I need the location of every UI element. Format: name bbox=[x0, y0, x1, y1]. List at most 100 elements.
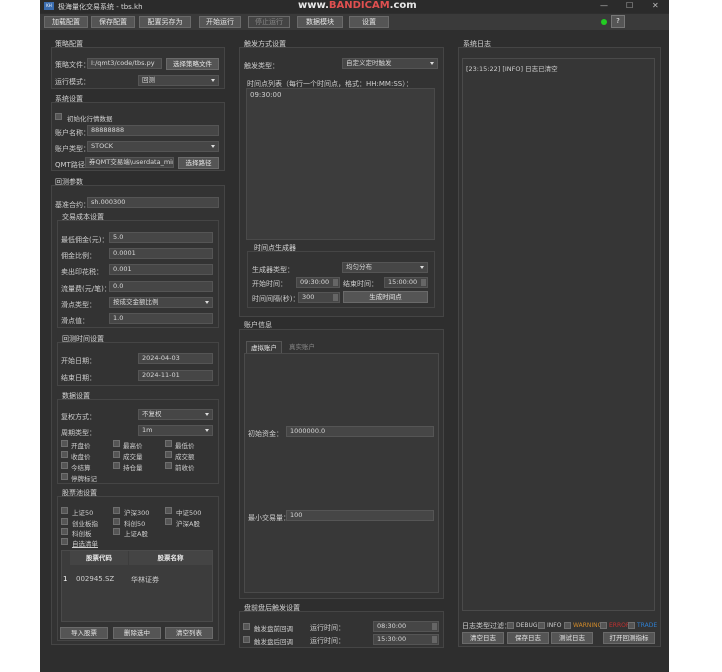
tab-real-account[interactable]: 真实账户 bbox=[284, 341, 320, 353]
tab-virtual-account[interactable]: 虚拟账户 bbox=[246, 341, 282, 353]
adjust-select[interactable]: 不复权 bbox=[138, 409, 213, 420]
field-label: 停牌标记 bbox=[71, 475, 97, 483]
pool-checkbox[interactable] bbox=[113, 507, 120, 514]
log-level-checkbox[interactable] bbox=[538, 622, 545, 629]
account-name-input[interactable]: 88888888 bbox=[87, 125, 219, 136]
pool-checkbox[interactable] bbox=[165, 517, 172, 525]
period-label: 周期类型： bbox=[61, 429, 96, 437]
test-log-button[interactable]: 测试日志 bbox=[551, 632, 593, 644]
log-output[interactable]: [23:15:22] [INFO] 日志已清空 bbox=[462, 58, 655, 611]
pool-checkbox[interactable] bbox=[61, 528, 68, 535]
pool-checkbox[interactable] bbox=[61, 517, 68, 525]
commission-rate-input[interactable]: 0.0001 bbox=[109, 248, 213, 259]
start-run-button[interactable]: 开始运行 bbox=[199, 16, 241, 28]
load-config-button[interactable]: 加载配置 bbox=[44, 16, 88, 28]
gen-interval-input[interactable]: 300 bbox=[298, 292, 340, 303]
benchmark-input[interactable]: sh.000300 bbox=[87, 197, 219, 208]
help-button[interactable]: ? bbox=[611, 15, 625, 28]
settings-button[interactable]: 设置 bbox=[349, 16, 389, 28]
log-level-checkbox[interactable] bbox=[564, 622, 571, 629]
slippage-type-select[interactable]: 按成交金额比例 bbox=[109, 297, 213, 308]
pool-label: 科创板 bbox=[72, 530, 92, 538]
log-level-checkbox[interactable] bbox=[507, 622, 514, 629]
toolbar: 加载配置 保存配置 配置另存为 开始运行 停止运行 数据模块 设置 bbox=[40, 14, 669, 30]
save-config-as-button[interactable]: 配置另存为 bbox=[139, 16, 191, 28]
qmt-path-input[interactable]: 券QMT交易端\userdata_mini bbox=[85, 157, 174, 168]
time-list-value: 09:30:00 bbox=[250, 91, 282, 99]
open-backtest-metrics-button[interactable]: 打开回测指标 bbox=[603, 632, 655, 644]
delete-selected-button[interactable]: 删除选中 bbox=[113, 627, 161, 639]
pool-checkbox[interactable] bbox=[165, 507, 172, 514]
pre-time-label: 运行时间： bbox=[310, 624, 345, 632]
table-header-name[interactable]: 股票名称 bbox=[129, 551, 212, 565]
choose-strategy-file-button[interactable]: 选择策略文件 bbox=[166, 58, 219, 70]
initial-capital-input[interactable]: 1000000.0 bbox=[286, 426, 434, 437]
pre-market-checkbox[interactable] bbox=[243, 623, 250, 630]
clear-log-button[interactable]: 清空日志 bbox=[462, 632, 504, 644]
post-market-checkbox[interactable] bbox=[243, 636, 250, 643]
post-market-label: 触发盘后回调 bbox=[254, 638, 293, 646]
field-checkbox[interactable] bbox=[113, 451, 120, 458]
gen-start-input[interactable]: 09:30:00 bbox=[296, 277, 340, 288]
field-checkbox[interactable] bbox=[61, 451, 68, 458]
save-config-button[interactable]: 保存配置 bbox=[91, 16, 135, 28]
slippage-value-input[interactable]: 1.0 bbox=[109, 313, 213, 324]
table-header-code[interactable]: 股票代码 bbox=[70, 551, 128, 565]
field-label: 开盘价 bbox=[71, 442, 91, 450]
start-date-input[interactable]: 2024-04-03 bbox=[138, 353, 213, 364]
minimize-button[interactable]: — bbox=[600, 1, 608, 10]
account-name-label: 账户名称： bbox=[55, 129, 90, 137]
table-cell-name[interactable]: 华林证券 bbox=[131, 575, 159, 585]
pool-checkbox[interactable] bbox=[61, 507, 68, 514]
close-button[interactable]: ✕ bbox=[652, 1, 659, 10]
custom-list-checkbox[interactable] bbox=[61, 538, 68, 545]
import-stocks-button[interactable]: 导入股票 bbox=[60, 627, 108, 639]
end-date-input[interactable]: 2024-11-01 bbox=[138, 370, 213, 381]
generate-times-button[interactable]: 生成时间点 bbox=[343, 291, 428, 303]
field-checkbox[interactable] bbox=[165, 440, 172, 447]
log-level-checkbox[interactable] bbox=[628, 622, 635, 629]
stamp-tax-input[interactable]: 0.001 bbox=[109, 264, 213, 275]
field-checkbox[interactable] bbox=[61, 440, 68, 447]
data-module-button[interactable]: 数据模块 bbox=[297, 16, 343, 28]
pool-checkbox[interactable] bbox=[113, 528, 120, 535]
trigger-type-select[interactable]: 自定义定时触发 bbox=[342, 58, 438, 69]
maximize-button[interactable]: ☐ bbox=[626, 1, 633, 10]
app-icon: KH bbox=[44, 2, 54, 10]
pre-time-input[interactable]: 08:30:00 bbox=[373, 621, 439, 632]
pool-checkbox[interactable] bbox=[113, 517, 120, 525]
field-checkbox[interactable] bbox=[61, 462, 68, 469]
field-checkbox[interactable] bbox=[113, 440, 120, 447]
generator-type-select[interactable]: 均匀分布 bbox=[342, 262, 428, 273]
strategy-file-input[interactable]: I:/qmt3/code/tbs.py bbox=[87, 58, 162, 69]
table-cell-code[interactable]: 002945.SZ bbox=[76, 575, 114, 583]
post-time-input[interactable]: 15:30:00 bbox=[373, 634, 439, 645]
window-title: 极海量化交易系统 - tbs.kh bbox=[58, 3, 143, 11]
field-label: 最高价 bbox=[123, 442, 143, 450]
flow-fee-input[interactable]: 0.0 bbox=[109, 281, 213, 292]
period-select[interactable]: 1m bbox=[138, 425, 213, 436]
field-checkbox[interactable] bbox=[165, 451, 172, 458]
gen-end-input[interactable]: 15:00:00 bbox=[384, 277, 428, 288]
field-checkbox[interactable] bbox=[113, 462, 120, 469]
pre-market-label: 触发盘前回调 bbox=[254, 625, 293, 633]
choose-path-button[interactable]: 选择路径 bbox=[178, 157, 219, 169]
account-tab-content bbox=[244, 353, 439, 593]
pool-label: 沪深A股 bbox=[176, 519, 200, 528]
time-list-textarea[interactable]: 09:30:00 bbox=[246, 88, 435, 240]
min-trade-input[interactable]: 100 bbox=[286, 510, 434, 521]
run-mode-select[interactable]: 回测 bbox=[138, 75, 219, 86]
field-checkbox[interactable] bbox=[61, 473, 68, 480]
log-level-checkbox[interactable] bbox=[600, 622, 607, 629]
pool-label: 创业板指 bbox=[72, 519, 98, 528]
field-checkbox[interactable] bbox=[165, 462, 172, 469]
custom-list-link[interactable]: 自选清单 bbox=[72, 538, 98, 548]
stop-run-button[interactable]: 停止运行 bbox=[248, 16, 290, 28]
init-quotes-checkbox[interactable] bbox=[55, 113, 62, 120]
account-type-select[interactable]: STOCK bbox=[87, 141, 219, 152]
log-line: [23:15:22] [INFO] 日志已清空 bbox=[466, 65, 558, 73]
log-level-label: WARNING bbox=[573, 622, 603, 629]
clear-list-button[interactable]: 清空列表 bbox=[165, 627, 213, 639]
min-commission-input[interactable]: 5.0 bbox=[109, 232, 213, 243]
save-log-button[interactable]: 保存日志 bbox=[507, 632, 549, 644]
